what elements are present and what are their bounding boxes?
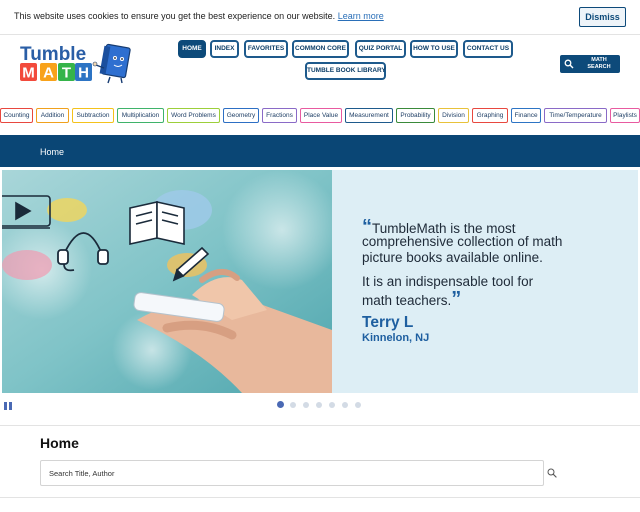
math-search-button[interactable]: MATH SEARCH [560,55,620,73]
math-search-label: MATH SEARCH [587,57,611,70]
topic-place-value-button[interactable]: Place Value [300,108,342,123]
testimonial-panel: “TumbleMath is the most comprehensive co… [332,170,638,393]
carousel-dot[interactable] [329,402,335,408]
topic-measurement-button[interactable]: Measurement [345,108,393,123]
nav-contact-us-button[interactable]: CONTACT US [463,40,513,58]
topic-fractions-button[interactable]: Fractions [262,108,297,123]
topic-word-problems-button[interactable]: Word Problems [167,108,220,123]
quote-line-5: math teachers.” [362,288,461,311]
logo-letter: H [78,65,89,82]
nav-index-button[interactable]: INDEX [210,40,239,58]
logo-letter: M [22,65,35,82]
topic-multiplication-button[interactable]: Multiplication [117,108,164,123]
bottom-divider [0,497,640,498]
breadcrumb: Home [40,147,65,157]
open-book-icon [129,201,185,245]
carousel-dot[interactable] [290,402,296,408]
hero-image [2,170,332,393]
dismiss-button[interactable]: Dismiss [579,7,626,27]
nav-home-button[interactable]: HOME [178,40,206,58]
search-icon[interactable] [547,468,557,478]
topic-subtraction-button[interactable]: Subtraction [72,108,114,123]
cookie-banner: This website uses cookies to ensure you … [0,0,640,35]
page-title: Home [40,435,79,451]
tumblemath-logo[interactable]: Tumble MATH [18,40,134,84]
learn-more-link[interactable]: Learn more [338,11,384,21]
topic-probability-button[interactable]: Probability [396,108,435,123]
topic-graphing-button[interactable]: Graphing [472,108,508,123]
testimonial-author: Terry L [362,314,414,331]
page: This website uses cookies to ensure you … [0,0,640,512]
topic-time-temperature-button[interactable]: Time/Temperature [544,108,607,123]
testimonial-location: Kinnelon, NJ [362,332,430,344]
search-icon [564,59,574,69]
nav-common-core-button[interactable]: COMMON CORE [292,40,349,58]
carousel-dot[interactable] [355,402,361,408]
topic-playlists-button[interactable]: Playlists [610,108,640,123]
nav-tumble-book-library-button[interactable]: TUMBLE BOOK LIBRARY [305,62,386,80]
logo-letter: T [62,65,71,82]
quote-line-3: picture books available online. [362,250,543,265]
topic-division-button[interactable]: Division [438,108,469,123]
topic-finance-button[interactable]: Finance [511,108,541,123]
nav-how-to-use-button[interactable]: HOW TO USE [410,40,458,58]
carousel-dot[interactable] [342,402,348,408]
search-input[interactable] [40,460,544,486]
carousel-dot[interactable] [316,402,322,408]
section-divider [0,425,640,426]
topic-counting-button[interactable]: Counting [0,108,33,123]
quote-text-5: math teachers. [362,293,452,308]
close-quote-mark: ” [451,288,462,310]
nav-favorites-button[interactable]: FAVORITES [244,40,288,58]
topic-geometry-button[interactable]: Geometry [223,108,259,123]
logo-word-bottom: MATH [20,63,92,82]
book-mascot-icon [92,43,131,84]
carousel-dot[interactable] [277,401,284,408]
quote-line-4: It is an indispensable tool for [362,274,534,289]
page-banner [0,135,640,167]
logo-letter: A [43,65,54,82]
carousel-dot[interactable] [303,402,309,408]
logo-word-top: Tumble [20,44,86,65]
quote-line-2: comprehensive collection of math [362,234,563,249]
nav-quiz-portal-button[interactable]: QUIZ PORTAL [355,40,406,58]
topic-addition-button[interactable]: Addition [36,108,69,123]
cookie-message-text: This website uses cookies to ensure you … [14,11,336,21]
pause-icon[interactable] [4,402,12,410]
cookie-message: This website uses cookies to ensure you … [14,11,384,21]
